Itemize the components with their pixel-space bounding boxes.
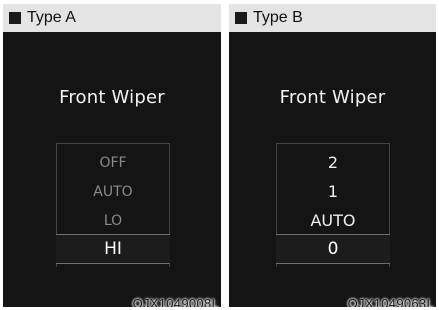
wiper-mode-selector[interactable]: 2 1 AUTO 0 xyxy=(276,143,390,267)
wiper-option-off[interactable]: OFF xyxy=(57,155,169,171)
wiper-option-2[interactable]: 2 xyxy=(277,153,389,172)
type-b-label: Type B xyxy=(253,9,303,26)
square-bullet-icon xyxy=(9,12,21,24)
wiper-option-auto[interactable]: AUTO xyxy=(57,184,169,200)
type-b-header: Type B xyxy=(229,4,436,32)
wiper-mode-selector[interactable]: OFF AUTO LO HI xyxy=(56,143,170,267)
wiper-option-hi-selected[interactable]: HI xyxy=(56,234,170,264)
wiper-option-1[interactable]: 1 xyxy=(277,182,389,201)
image-code: OJX1049008L xyxy=(132,296,219,307)
image-code: OJX1049063L xyxy=(347,296,434,307)
type-a-header: Type A xyxy=(3,4,221,32)
square-bullet-icon xyxy=(235,12,247,24)
wiper-option-0-selected[interactable]: 0 xyxy=(276,234,390,264)
wiper-option-lo[interactable]: LO xyxy=(57,213,169,229)
front-wiper-title: Front Wiper xyxy=(279,87,386,108)
front-wiper-title: Front Wiper xyxy=(59,87,165,108)
type-a-panel: Type A Front Wiper OFF AUTO LO HI OJX104… xyxy=(3,4,221,307)
wiper-option-auto[interactable]: AUTO xyxy=(277,211,389,230)
type-a-label: Type A xyxy=(27,9,76,26)
type-b-panel: Type B Front Wiper 2 1 AUTO 0 OJX1049063… xyxy=(229,4,436,307)
